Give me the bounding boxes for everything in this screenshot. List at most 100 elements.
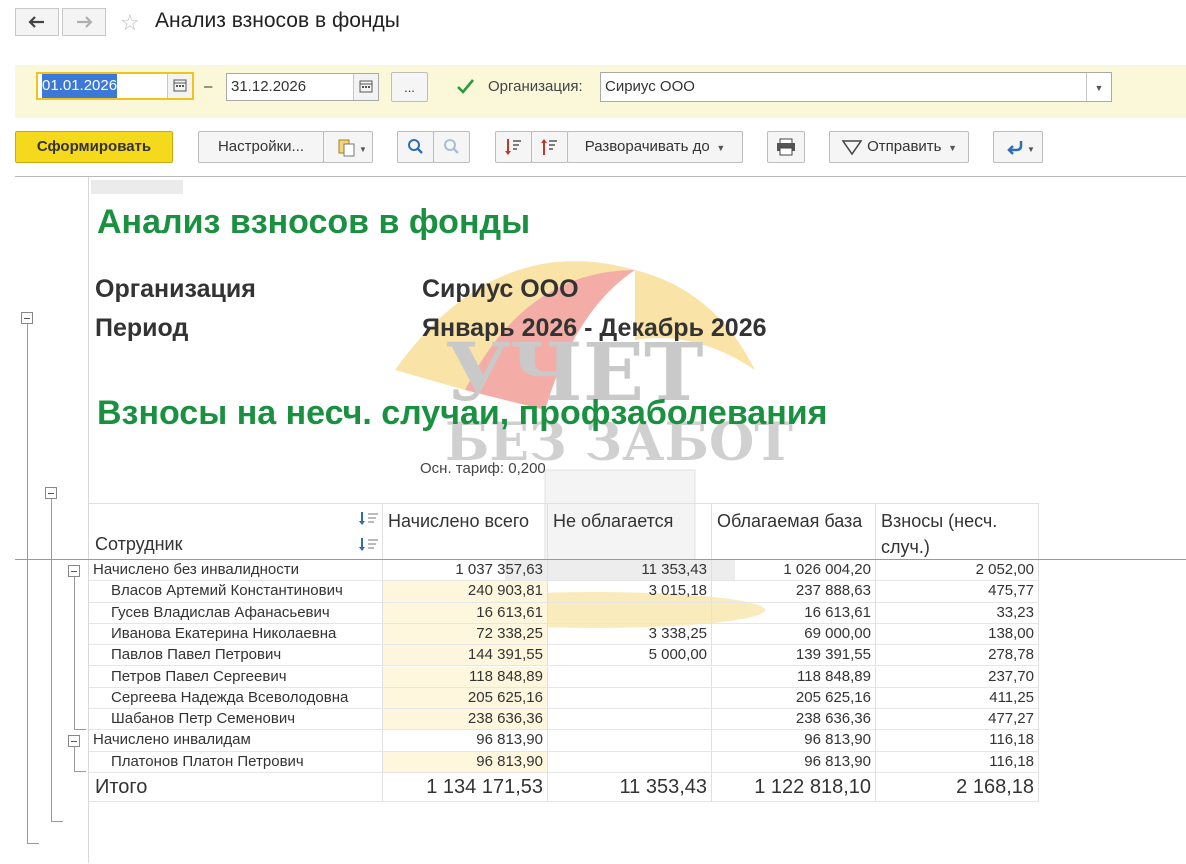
settings-button[interactable]: Настройки... [198,131,324,163]
employee-name-cell[interactable]: Гусев Владислав Афанасьевич [89,602,383,624]
cell-base: 1 026 004,20 [712,560,876,582]
period-value: Январь 2026 - Декабрь 2026 [422,314,767,342]
employee-header-label: Сотрудник [95,534,183,554]
send-label: Отправить [867,138,942,155]
employee-name-cell[interactable]: Шабанов Петр Семенович [89,709,383,731]
employee-name-cell[interactable]: Иванова Екатерина Николаевна [89,623,383,646]
column-header-employee[interactable]: Сотрудник [89,503,383,560]
search-button[interactable] [397,131,434,163]
cell-contrib: 138,00 [876,623,1039,646]
collapse-report-header-icon[interactable] [21,312,33,324]
cell-base: 238 636,36 [712,709,876,731]
sort-down-icon [505,139,521,155]
column-header-base[interactable]: Облагаемая база [712,503,876,560]
cell-exempt [548,687,712,710]
window-title: Анализ взносов в фонды [155,9,400,32]
arrow-right-icon [77,16,93,28]
organization-dropdown-button[interactable]: ▼ [1086,73,1111,101]
column-header-accrued[interactable]: Начислено всего [383,503,548,560]
expand-to-label: Разворачивать до [584,138,710,155]
cell-contrib: 2 052,00 [876,560,1039,582]
organization-select[interactable]: Сириус ООО ▼ [600,72,1112,102]
sort-descending-button[interactable] [495,131,532,163]
sort-ascending-button[interactable] [531,131,568,163]
group-row-label[interactable]: Начислено без инвалидности [89,560,383,582]
search-clear-icon [444,139,459,154]
cell-contrib: 33,23 [876,602,1039,624]
cell-accrued: 205 625,16 [383,687,548,710]
employee-name-cell[interactable]: Платонов Платон Петрович [89,751,383,773]
arrow-left-icon [28,16,44,28]
return-arrow-icon: ▼ [1007,141,1035,155]
cell-exempt [548,666,712,688]
date-from-field[interactable]: 01.01.2026 [36,72,194,100]
search-icon [408,139,423,154]
cell-exempt: 5 000,00 [548,645,712,667]
clear-search-button[interactable] [433,131,470,163]
group-line [51,821,63,822]
cell-accrued: 118 848,89 [383,666,548,688]
organization-value: Сириус ООО [605,78,695,95]
expand-to-button[interactable]: Разворачивать до ▼ [567,131,743,163]
period-select-button[interactable]: ... [391,72,428,102]
cell-accrued: 16 613,61 [383,602,548,624]
favorite-star-icon[interactable]: ☆ [120,10,140,36]
employee-name-cell[interactable]: Павлов Павел Петрович [89,645,383,667]
date-from-calendar-button[interactable] [167,74,192,98]
cell-contrib: 278,78 [876,645,1039,667]
dropdown-arrow-icon: ▼ [1094,83,1104,93]
total-contrib: 2 168,18 [876,773,1039,802]
column-header-exempt[interactable]: Не облагается [548,503,712,560]
cell-exempt: 3 015,18 [548,581,712,603]
collapse-group-disabled-icon[interactable] [68,735,80,747]
report-title: Анализ взносов в фонды [97,203,531,241]
cell-accrued: 96 813,90 [383,751,548,773]
cell-accrued: 96 813,90 [383,730,548,752]
cell-base: 237 888,63 [712,581,876,603]
date-to-calendar-button[interactable] [353,74,378,100]
group-line [27,324,28,844]
organization-label: Организация: [488,78,583,95]
group-line [74,729,86,730]
dropdown-arrow-icon: ▼ [713,143,726,153]
back-button[interactable] [15,8,59,36]
cell-exempt [548,709,712,731]
cell-exempt: 3 338,25 [548,623,712,646]
more-actions-button[interactable]: ▼ [993,131,1043,163]
cell-exempt [548,751,712,773]
employee-name-cell[interactable]: Сергеева Надежда Всеволодовна [89,687,383,710]
group-line [74,577,75,729]
checkmark-icon [457,79,474,94]
employee-name-cell[interactable]: Власов Артемий Константинович [89,581,383,603]
total-accrued: 1 134 171,53 [383,773,548,802]
column-header-contrib[interactable]: Взносы (несч. случ.) [876,503,1039,560]
collapse-section-icon[interactable] [45,487,57,499]
employee-name-cell[interactable]: Петров Павел Сергеевич [89,666,383,688]
cell-base: 96 813,90 [712,730,876,752]
forward-button[interactable] [62,8,106,36]
collapse-group-no-disability-icon[interactable] [68,565,80,577]
cell-base: 16 613,61 [712,602,876,624]
organization-checkbox[interactable] [456,78,474,96]
sort-indicator-icon[interactable] [354,536,380,554]
cell-accrued: 240 903,81 [383,581,548,603]
svg-text:▼: ▼ [359,145,365,154]
print-button[interactable] [767,131,805,163]
org-value: Сириус ООО [422,275,579,303]
total-exempt: 11 353,43 [548,773,712,802]
generate-button[interactable]: Сформировать [15,131,173,163]
cell-base: 205 625,16 [712,687,876,710]
org-caption: Организация [95,275,256,303]
cell-contrib: 411,25 [876,687,1039,710]
group-row-label[interactable]: Начислено инвалидам [89,730,383,752]
date-to-field[interactable]: 31.12.2026 [226,73,379,101]
cell-accrued: 72 338,25 [383,623,548,646]
cell-exempt: 11 353,43 [548,560,712,582]
period-caption: Период [95,314,189,342]
variant-menu-button[interactable]: ▼ [323,131,373,163]
cell-accrued: 1 037 357,63 [383,560,548,582]
send-button[interactable]: Отправить ▼ [829,131,969,163]
sort-indicator-icon[interactable] [354,510,380,528]
report-variants-icon: ▼ [338,139,367,157]
total-base: 1 122 818,10 [712,773,876,802]
